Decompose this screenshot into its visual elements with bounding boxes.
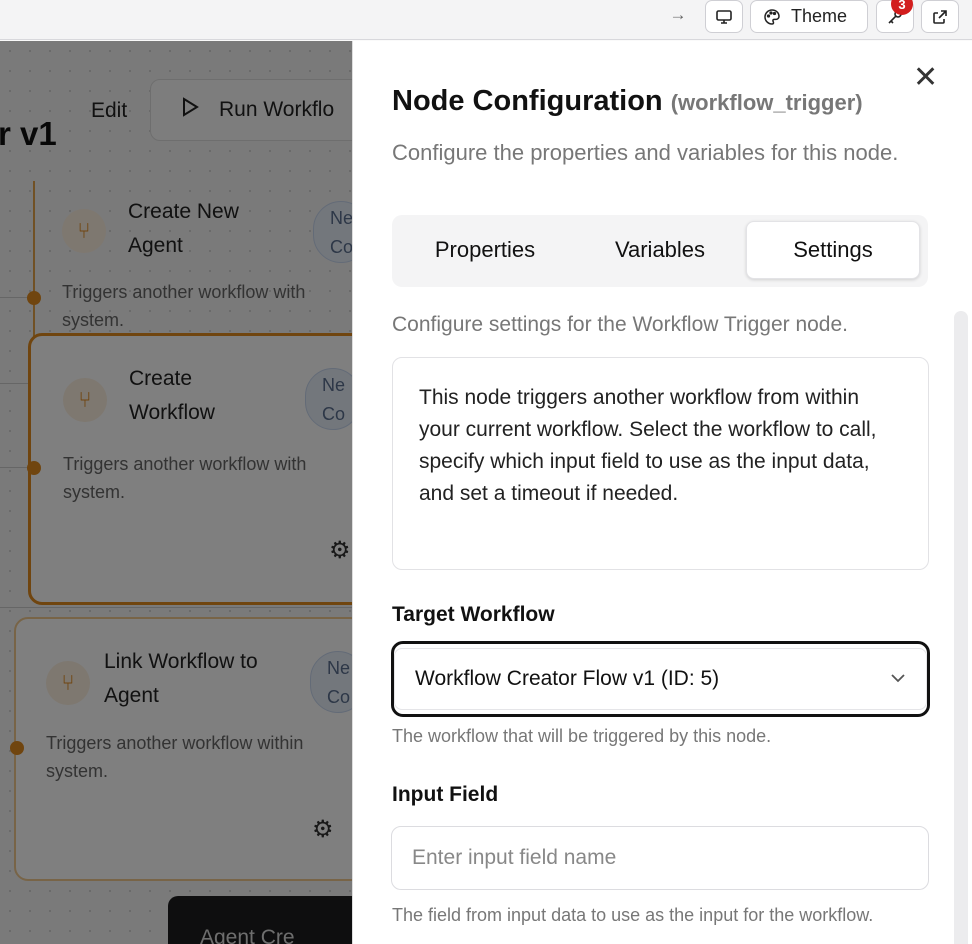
target-workflow-select-box[interactable]: Workflow Creator Flow v1 (ID: 5) (394, 648, 927, 710)
target-workflow-label: Target Workflow (392, 603, 555, 626)
tab-settings[interactable]: Settings (746, 221, 920, 279)
theme-button[interactable]: Theme (750, 0, 868, 33)
key-button[interactable]: 3 (876, 0, 914, 33)
target-workflow-select[interactable]: Workflow Creator Flow v1 (ID: 5) (391, 641, 930, 717)
scrollbar[interactable] (954, 311, 968, 944)
browser-toolbar: → Theme 3 (0, 0, 972, 40)
target-workflow-value: Workflow Creator Flow v1 (ID: 5) (415, 667, 720, 690)
node-type-label: (workflow_trigger) (670, 90, 863, 115)
theme-label: Theme (791, 6, 848, 26)
tab-properties[interactable]: Properties (396, 221, 574, 279)
forward-arrow-icon[interactable]: → (666, 4, 690, 26)
panel-description: Configure the properties and variables f… (392, 140, 899, 165)
palette-icon (763, 8, 781, 26)
panel-title: Node Configuration (workflow_trigger) (392, 85, 863, 118)
settings-description: Configure settings for the Workflow Trig… (392, 313, 849, 336)
input-field-label: Input Field (392, 783, 499, 806)
panel-title-text: Node Configuration (392, 85, 663, 117)
monitor-icon (715, 8, 733, 26)
input-field-input[interactable] (391, 826, 929, 890)
tab-variables[interactable]: Variables (572, 221, 748, 279)
modal-backdrop[interactable] (0, 41, 352, 944)
external-link-button[interactable] (921, 0, 959, 33)
chevron-down-icon (890, 670, 906, 688)
monitor-button[interactable] (705, 0, 743, 33)
info-box: This node triggers another workflow from… (392, 357, 929, 570)
external-link-icon (931, 8, 949, 26)
input-field-hint: The field from input data to use as the … (392, 905, 874, 925)
config-tabs: Properties Variables Settings (392, 215, 928, 287)
close-icon[interactable]: ✕ (913, 63, 938, 93)
node-configuration-panel: ✕ Node Configuration (workflow_trigger) … (352, 41, 972, 944)
target-workflow-hint: The workflow that will be triggered by t… (392, 726, 772, 746)
